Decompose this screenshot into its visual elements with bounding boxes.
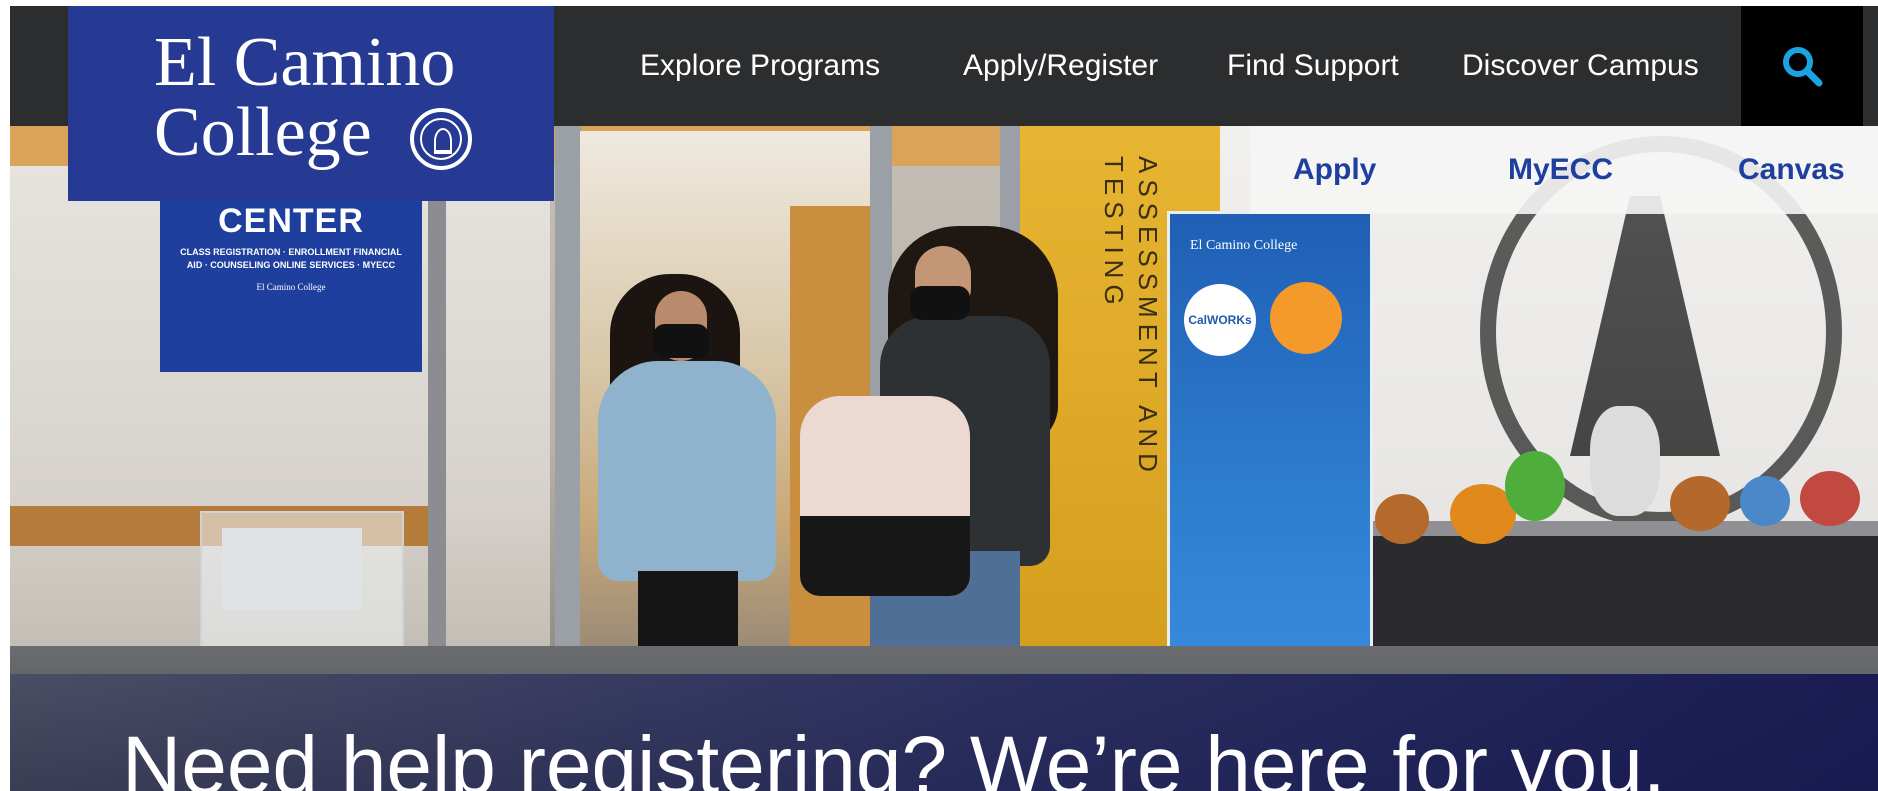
search-button[interactable] <box>1741 6 1863 126</box>
quick-link-myecc[interactable]: MyECC <box>1508 126 1613 214</box>
nav-link-apply-register[interactable]: Apply/Register <box>963 6 1158 126</box>
nav-link-discover-campus[interactable]: Discover Campus <box>1462 6 1699 126</box>
pumpkin-decoration <box>1800 471 1860 526</box>
banner-title: El Camino College <box>1190 238 1298 253</box>
nav-link-explore-programs[interactable]: Explore Programs <box>640 6 880 126</box>
nav-link-find-support[interactable]: Find Support <box>1227 6 1399 126</box>
seal-bell-icon <box>420 118 462 160</box>
hero-headline: Need help registering? We’re here for yo… <box>122 720 1666 791</box>
calworks-banner: El Camino College CalWORKs <box>1167 211 1373 717</box>
banner-badge: CalWORKs <box>1184 284 1256 356</box>
assessment-testing-wall-text: ASSESSMENT AND TESTING <box>1099 156 1163 478</box>
student-right-mask <box>910 286 970 320</box>
figure-decoration <box>1590 406 1660 516</box>
college-seal-icon <box>410 108 472 170</box>
logo-line-1: El Camino <box>154 24 456 101</box>
frog-decoration <box>1505 451 1565 521</box>
pumpkin-decoration <box>1740 476 1790 526</box>
page-frame: WELCOME CENTER CLASS REGISTRATION · ENRO… <box>10 6 1878 791</box>
main-nav-find-support[interactable]: Find Support <box>1227 6 1399 126</box>
college-logo[interactable]: El Camino College <box>68 6 554 201</box>
main-nav-explore-programs[interactable]: Explore Programs <box>640 6 880 126</box>
welcome-sign-services: CLASS REGISTRATION · ENROLLMENT FINANCIA… <box>180 247 402 270</box>
search-icon <box>1783 47 1823 87</box>
newspaper <box>222 528 362 610</box>
logo-line-2: College <box>154 94 372 171</box>
quick-link-apply[interactable]: Apply <box>1293 126 1376 214</box>
student-left <box>598 361 776 581</box>
pumpkin-decoration <box>1375 494 1429 544</box>
pumpkin-decoration <box>1670 476 1730 531</box>
main-nav-apply-register[interactable]: Apply/Register <box>963 6 1158 126</box>
backpack-bottom <box>800 516 970 596</box>
banner-graphic <box>1270 282 1342 354</box>
quick-links-bar: Apply MyECC Canvas <box>1250 126 1878 214</box>
student-left-mask <box>653 324 709 358</box>
quick-link-canvas[interactable]: Canvas <box>1738 126 1845 214</box>
welcome-sign-footer: El Camino College <box>256 282 326 292</box>
main-nav-discover-campus[interactable]: Discover Campus <box>1462 6 1699 126</box>
